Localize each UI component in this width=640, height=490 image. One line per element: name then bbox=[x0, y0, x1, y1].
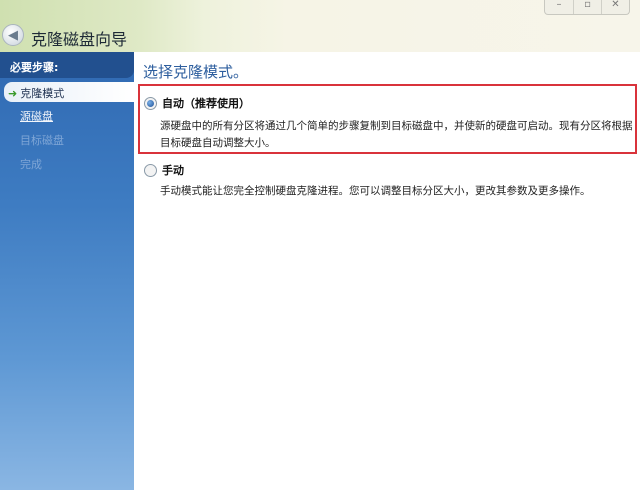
sidebar-item-label: 克隆模式 bbox=[20, 87, 65, 100]
steps-sidebar: 必要步骤: ➜ 克隆模式 源磁盘 目标磁盘 完成 bbox=[0, 52, 134, 490]
auto-mode-radio[interactable]: 自动（推荐使用） bbox=[144, 95, 250, 111]
minimize-button[interactable]: – bbox=[545, 0, 573, 14]
option-label: 手动 bbox=[162, 164, 184, 177]
sidebar-item-finish: 完成 bbox=[20, 158, 42, 171]
sidebar-item-target-disk: 目标磁盘 bbox=[20, 134, 64, 147]
auto-mode-description: 源硬盘中的所有分区将通过几个简单的步骤复制到目标磁盘中，并使新的硬盘可启动。现有… bbox=[160, 120, 633, 149]
manual-mode-radio[interactable]: 手动 bbox=[144, 162, 184, 178]
sidebar-item-clone-mode[interactable]: ➜ 克隆模式 bbox=[4, 82, 134, 102]
option-label: 自动（推荐使用） bbox=[162, 97, 250, 110]
maximize-button[interactable]: ▫ bbox=[573, 0, 601, 14]
window-title: 克隆磁盘向导 bbox=[31, 30, 128, 49]
radio-selected-icon bbox=[144, 96, 157, 110]
close-button[interactable]: ✕ bbox=[601, 0, 629, 14]
back-button[interactable]: ◀ bbox=[2, 24, 24, 46]
manual-mode-description: 手动模式能让您完全控制硬盘克隆进程。您可以调整目标分区大小，更改其参数及更多操作… bbox=[160, 185, 591, 197]
back-arrow-icon: ◀ bbox=[8, 27, 18, 43]
page-heading: 选择克隆模式。 bbox=[143, 63, 249, 81]
radio-unselected-icon bbox=[144, 163, 157, 177]
title-bar: ◀ 克隆磁盘向导 – ▫ ✕ bbox=[0, 0, 640, 52]
sidebar-item-source-disk[interactable]: 源磁盘 bbox=[20, 108, 53, 124]
current-step-arrow-icon: ➜ bbox=[8, 87, 18, 100]
sidebar-header: 必要步骤: bbox=[0, 52, 134, 78]
window-controls: – ▫ ✕ bbox=[544, 0, 630, 15]
main-content: 选择克隆模式。 自动（推荐使用） 源硬盘中的所有分区将通过几个简单的步骤复制到目… bbox=[134, 52, 640, 490]
